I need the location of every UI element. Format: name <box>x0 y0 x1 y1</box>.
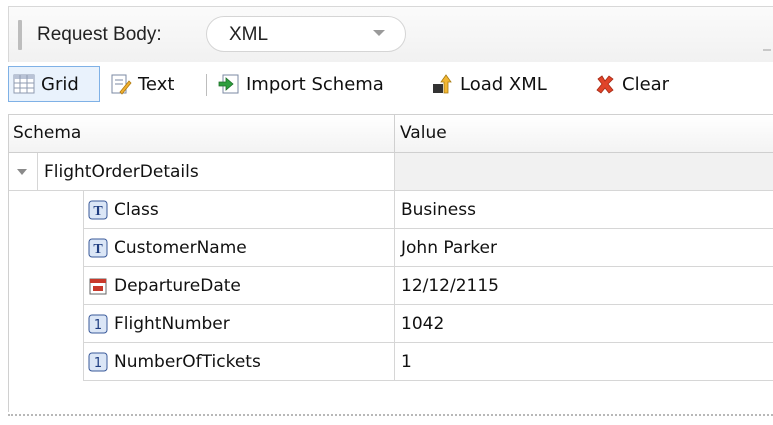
svg-text:1: 1 <box>94 318 102 333</box>
table-row[interactable]: 1 NumberOfTickets 1 <box>9 343 773 381</box>
svg-text:T: T <box>93 242 103 257</box>
table-row[interactable]: FlightOrderDetails <box>9 152 773 191</box>
value-cell[interactable]: John Parker <box>394 229 773 267</box>
schema-cell: T Class <box>83 191 394 229</box>
schema-cell: T CustomerName <box>83 229 394 267</box>
field-name: FlightNumber <box>114 313 230 334</box>
field-name: NumberOfTickets <box>114 351 261 372</box>
close-icon <box>596 75 614 94</box>
column-divider[interactable] <box>394 115 395 153</box>
drag-grip[interactable] <box>18 20 22 50</box>
grid-view-button[interactable]: Grid <box>8 66 100 102</box>
date-type-icon <box>89 278 107 294</box>
toolbar: Grid Text Import Schema Load XML Clear <box>8 64 773 106</box>
svg-text:T: T <box>93 204 103 219</box>
request-body-header: Request Body: XML <box>8 6 773 62</box>
text-view-label: Text <box>138 73 175 95</box>
text-type-icon: T <box>88 238 108 257</box>
request-body-format-value: XML <box>229 24 269 45</box>
field-name: Class <box>114 199 159 220</box>
chevron-down-icon[interactable] <box>17 168 27 175</box>
schema-grid: Schema Value FlightOrderDetails T Class … <box>8 114 773 412</box>
schema-cell: 1 FlightNumber <box>83 305 394 343</box>
number-type-icon: 1 <box>88 352 108 371</box>
import-schema-label: Import Schema <box>246 73 384 95</box>
import-schema-button[interactable]: Import Schema <box>214 66 390 102</box>
value-cell <box>394 153 773 191</box>
request-body-label: Request Body: <box>37 24 162 45</box>
clear-button[interactable]: Clear <box>590 66 675 102</box>
value-cell[interactable]: 1042 <box>394 305 773 343</box>
value-cell[interactable]: 12/12/2115 <box>394 267 773 305</box>
column-header-schema[interactable]: Schema <box>13 123 81 143</box>
edit-document-icon <box>111 74 132 95</box>
table-row[interactable]: T Class Business <box>9 191 773 229</box>
table-row[interactable]: T CustomerName John Parker <box>9 229 773 267</box>
table-row[interactable]: DepartureDate 12/12/2115 <box>9 267 773 305</box>
schema-cell: DepartureDate <box>83 267 394 305</box>
load-xml-label: Load XML <box>460 73 547 95</box>
grid-icon <box>13 74 35 94</box>
clear-label: Clear <box>622 73 670 95</box>
header-divider <box>763 49 771 51</box>
load-icon <box>433 74 452 94</box>
request-body-format-select[interactable]: XML <box>206 16 406 52</box>
schema-cell: 1 NumberOfTickets <box>83 343 394 381</box>
value-cell[interactable]: 1 <box>394 343 773 381</box>
column-header-value[interactable]: Value <box>400 123 447 143</box>
field-name: CustomerName <box>114 237 247 258</box>
load-xml-button[interactable]: Load XML <box>428 66 553 102</box>
text-view-button[interactable]: Text <box>106 66 180 102</box>
svg-text:1: 1 <box>94 356 102 371</box>
chevron-down-icon <box>373 30 385 36</box>
grid-view-label: Grid <box>41 73 79 95</box>
grid-header: Schema Value <box>9 115 773 153</box>
number-type-icon: 1 <box>88 314 108 333</box>
field-name: DepartureDate <box>114 275 241 296</box>
import-icon <box>218 74 239 94</box>
schema-cell: FlightOrderDetails <box>9 152 394 191</box>
table-row[interactable]: 1 FlightNumber 1042 <box>9 305 773 343</box>
resize-splitter[interactable] <box>8 414 773 418</box>
toolbar-separator <box>206 74 207 96</box>
node-name: FlightOrderDetails <box>37 152 199 191</box>
value-cell[interactable]: Business <box>394 191 773 229</box>
text-type-icon: T <box>88 200 108 219</box>
